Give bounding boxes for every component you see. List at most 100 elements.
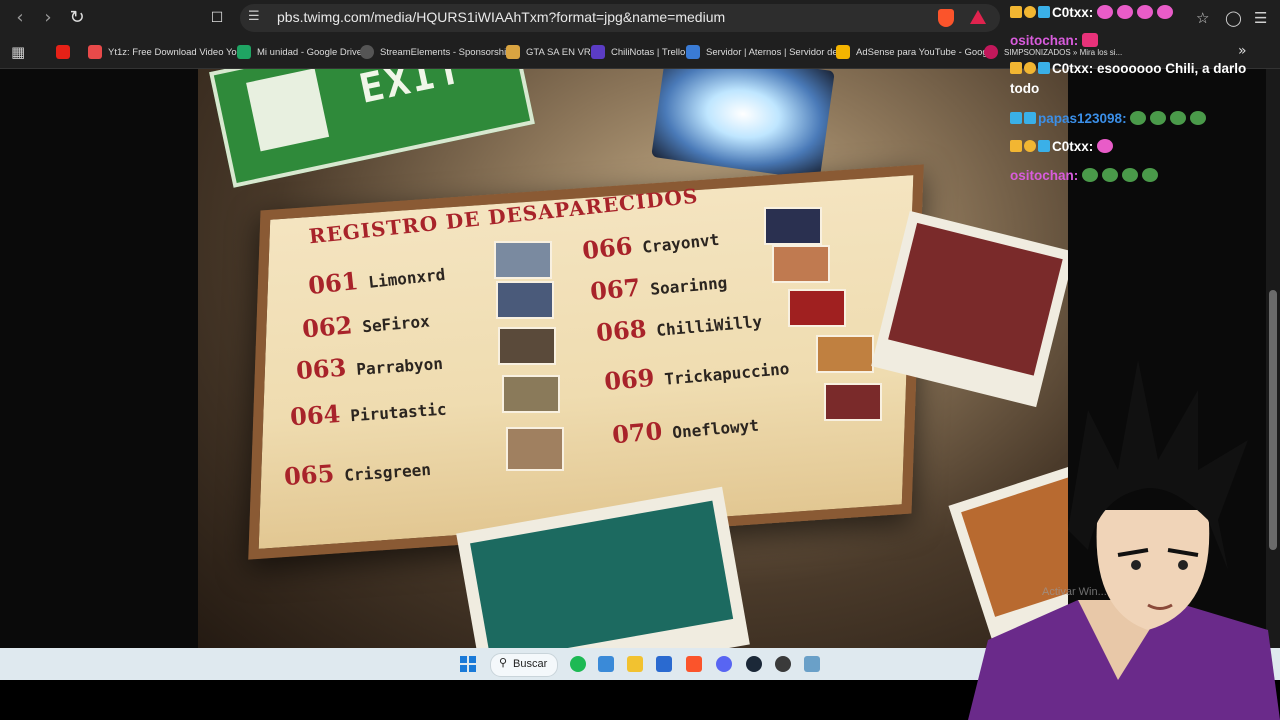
entry-photo (788, 289, 846, 327)
chat-message: papas123098: (1010, 109, 1260, 129)
bookmark-label: Servidor | Aternos | Servidor de... (706, 46, 846, 58)
vtuber-avatar (968, 360, 1280, 720)
chat-message: ositochan: (1010, 31, 1260, 51)
youtube-icon (56, 45, 70, 59)
url-text[interactable]: pbs.twimg.com/media/HQURS1iWIAAhTxm?form… (277, 9, 725, 25)
aternos-icon (686, 45, 700, 59)
entry-number: 069 (603, 362, 656, 397)
bookmark-item[interactable]: GTA SA EN VR (506, 44, 591, 60)
sword-badge-icon (1010, 112, 1022, 124)
crown-badge-icon (1010, 62, 1022, 74)
entry-photo (772, 245, 830, 283)
emote-icon (1102, 168, 1119, 182)
taskbar-search-label[interactable]: Buscar (513, 658, 547, 670)
vscode-icon[interactable] (804, 656, 820, 672)
emote-icon (1097, 5, 1114, 19)
discord-icon[interactable] (716, 656, 732, 672)
spotify-icon[interactable] (570, 656, 586, 672)
chat-message: C0txx: esoooooo Chili, a darlo todo (1010, 59, 1260, 99)
emote-icon (1117, 5, 1134, 19)
chat-username: papas123098: (1038, 111, 1127, 126)
entry-photo (498, 327, 556, 365)
arrow-right-icon[interactable]: › (38, 8, 58, 28)
bookmark-item[interactable] (56, 44, 70, 60)
entry-name: Soarinng (649, 273, 729, 299)
exit-sign-text: EXIT (355, 69, 467, 113)
steam-icon[interactable] (746, 656, 762, 672)
emote-icon (1097, 139, 1114, 153)
entry-number: 061 (306, 266, 360, 301)
crown-badge-icon (1010, 6, 1022, 18)
windows-start-icon[interactable] (460, 656, 476, 672)
bookmark-label: StreamElements - Sponsorships (380, 46, 517, 58)
emote-icon (1150, 111, 1167, 125)
search-icon: ⚲ (499, 656, 508, 669)
bookmark-label: ChiliNotas | Trello (611, 46, 686, 58)
entry-number: 064 (289, 398, 342, 432)
file-explorer-icon[interactable] (627, 656, 643, 672)
brave-browser-icon[interactable] (686, 656, 702, 672)
bookmark-item[interactable]: Mi unidad - Google Drive (237, 44, 362, 60)
bookmark-item[interactable]: Yt1z: Free Download Video You... (88, 44, 250, 60)
emote-icon (1082, 168, 1099, 182)
obs-icon[interactable] (775, 656, 791, 672)
bookmark-label: Mi unidad - Google Drive (257, 46, 363, 58)
entry-photo (506, 427, 564, 471)
glowing-monitor (651, 69, 835, 181)
arrow-left-icon[interactable]: ‹ (10, 8, 30, 28)
emote-icon (1137, 5, 1154, 19)
exit-sign: EXIT (209, 69, 535, 188)
entry-photo (494, 241, 552, 279)
bookmark-item[interactable]: Servidor | Aternos | Servidor de... (686, 44, 846, 60)
reload-icon[interactable]: ↻ (67, 8, 87, 28)
apps-grid-icon[interactable]: ▦ (11, 44, 27, 60)
bookmark-item[interactable]: ChiliNotas | Trello (591, 44, 685, 60)
chat-username: C0txx: (1052, 139, 1094, 154)
entry-photo (816, 335, 874, 373)
bookmark-label: GTA SA EN VR (526, 46, 591, 58)
running-man-icon (246, 69, 330, 152)
entry-number: 068 (595, 313, 648, 348)
download-icon (88, 45, 102, 59)
stream-chat-overlay: C0txx: ositochan: C0txx: esoooooo Chili,… (1004, 0, 1266, 200)
entry-number: 070 (611, 416, 664, 450)
brave-rewards-icon[interactable] (970, 10, 986, 24)
bookmark-item[interactable]: StreamElements - Sponsorships (360, 44, 516, 60)
brave-shields-icon[interactable] (938, 9, 954, 27)
bookmark-label: AdSense para YouTube - Goog... (856, 46, 996, 58)
widgets-icon[interactable] (598, 656, 614, 672)
adsense-icon (836, 45, 850, 59)
emote-icon (1170, 111, 1187, 125)
site-settings-icon[interactable]: ☰ (248, 9, 264, 25)
entry-photo (496, 281, 554, 319)
entry-number: 065 (283, 458, 336, 492)
entry-photo (824, 383, 882, 421)
emote-icon (1082, 33, 1099, 47)
cube-badge-icon (1038, 62, 1050, 74)
chat-message: C0txx: (1010, 137, 1260, 157)
chat-username: C0txx: (1052, 61, 1094, 76)
entry-number: 062 (300, 310, 354, 344)
entry-name: Crisgreen (343, 459, 432, 485)
emote-icon (1142, 168, 1159, 182)
bookmark-item[interactable]: AdSense para YouTube - Goog... (836, 44, 996, 60)
sub-badge-icon (1024, 62, 1036, 74)
store-icon[interactable] (656, 656, 672, 672)
cube-badge-icon (1038, 6, 1050, 18)
sub-badge-icon (1024, 140, 1036, 152)
gta-icon (506, 45, 520, 59)
simpsons-icon (984, 45, 998, 59)
emote-icon (1190, 111, 1207, 125)
streamelements-icon (360, 45, 374, 59)
sub-badge-icon (1024, 6, 1036, 18)
entry-photo (502, 375, 560, 413)
bookmark-icon[interactable]: ☐ (207, 8, 227, 28)
emote-icon (1130, 111, 1147, 125)
chat-username: C0txx: (1052, 5, 1094, 20)
entry-name: Pirutastic (349, 399, 448, 426)
emote-icon (1157, 5, 1174, 19)
bookmark-label: Yt1z: Free Download Video You... (108, 46, 250, 58)
entry-number: 067 (588, 272, 642, 306)
emote-icon (1122, 168, 1139, 182)
entry-number: 063 (295, 352, 348, 386)
